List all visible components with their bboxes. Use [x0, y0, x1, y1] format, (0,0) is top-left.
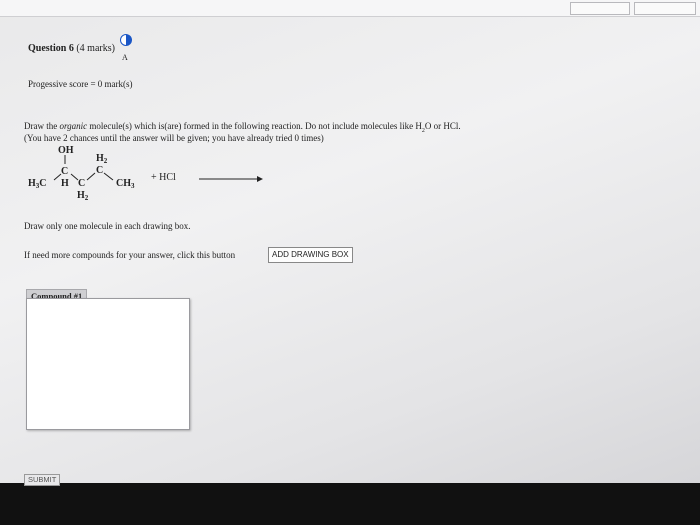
c3-h2-label: H2 — [77, 190, 89, 202]
c4-label: C — [96, 165, 103, 176]
add-drawing-box-button[interactable]: ADD DRAWING BOX — [268, 247, 353, 263]
instr-end: O or HCl. — [424, 121, 461, 131]
question-marks: (4 marks) — [76, 43, 115, 54]
c4-h2-label: H2 — [96, 153, 108, 165]
question-number: Question 6 — [28, 43, 74, 54]
h-label: H — [61, 178, 69, 189]
h3c-label: H3C — [28, 178, 47, 190]
top-button-2[interactable] — [634, 2, 696, 15]
plus-reagent: + HCl — [151, 172, 176, 183]
question-title: Question 6 (4 marks) — [28, 43, 115, 54]
submit-button[interactable]: SUBMIT — [24, 474, 61, 486]
top-button-1[interactable] — [570, 2, 630, 15]
instr-prefix: Draw the — [24, 121, 60, 131]
instr-italic: organic — [59, 121, 88, 131]
progressive-score: Progessive score = 0 mark(s) — [28, 79, 133, 89]
status-letter: A — [122, 53, 128, 62]
screen: Question 6 (4 marks) A Progessive score … — [0, 0, 700, 486]
drawing-box[interactable] — [26, 298, 190, 430]
need-more-note: If need more compounds for your answer, … — [24, 250, 236, 260]
instr-suffix: molecule(s) which is(are) formed in the … — [87, 121, 422, 131]
top-bar — [0, 0, 700, 17]
reaction-arrow-icon — [199, 176, 263, 182]
instruction-line-1: Draw the organic molecule(s) which is(ar… — [24, 121, 461, 134]
half-circle-progress-icon — [120, 34, 132, 46]
oh-label: OH — [58, 145, 74, 156]
c2-label: C — [61, 166, 68, 177]
only-one-note: Draw only one molecule in each drawing b… — [24, 221, 191, 231]
ch3-label: CH3 — [116, 178, 135, 190]
c3-label: C — [78, 178, 85, 189]
